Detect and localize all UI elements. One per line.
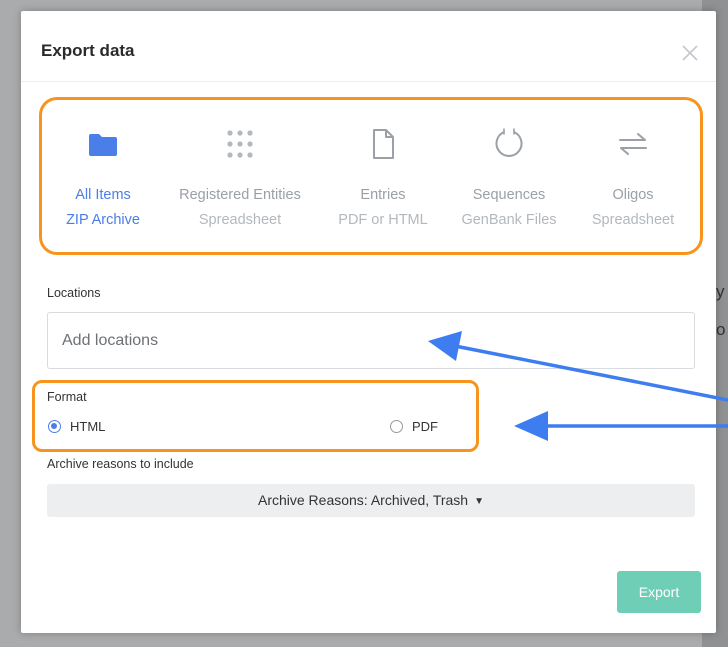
document-icon — [373, 129, 394, 159]
archive-reasons-label: Archive reasons to include — [47, 457, 194, 471]
export-type-entries[interactable]: Entries PDF or HTML — [313, 117, 453, 237]
close-icon[interactable] — [678, 41, 702, 65]
locations-input[interactable] — [47, 312, 695, 369]
export-type-format: ZIP Archive — [66, 212, 140, 228]
chevron-down-icon: ▼ — [474, 496, 484, 507]
export-type-format: GenBank Files — [461, 212, 557, 228]
locations-label: Locations — [47, 286, 101, 300]
export-type-registered-entities[interactable]: Registered Entities Spreadsheet — [170, 117, 310, 237]
export-type-format: Spreadsheet — [591, 212, 675, 228]
modal-title: Export data — [41, 41, 135, 60]
swap-arrows-icon — [619, 133, 647, 155]
export-type-name: Oligos — [612, 187, 654, 203]
export-type-oligos[interactable]: Oligos Spreadsheet — [563, 117, 703, 237]
archive-reasons-value: Archive Reasons: Archived, Trash — [257, 492, 469, 508]
format-highlight — [32, 380, 479, 452]
export-type-name: Sequences — [472, 187, 546, 203]
dot-grid-icon — [227, 130, 253, 158]
background-partial-text: o — [716, 320, 726, 339]
modal-header: Export data — [21, 11, 716, 82]
radio-label-html: HTML — [70, 419, 106, 434]
export-type-name: Registered Entities — [179, 187, 301, 203]
circular-sequence-icon — [495, 128, 523, 157]
radio-label-pdf: PDF — [412, 419, 438, 434]
export-type-name: Entries — [360, 187, 406, 203]
export-type-name: All Items — [75, 187, 131, 203]
radio-unselected-icon[interactable] — [390, 420, 403, 433]
export-button[interactable]: Export — [617, 571, 701, 613]
background-partial-text: y — [716, 282, 725, 301]
export-data-modal: Export data All Items ZIP Archive Regist… — [21, 11, 716, 633]
radio-selected-icon[interactable] — [48, 420, 61, 433]
archive-reasons-dropdown[interactable]: Archive Reasons: Archived, Trash ▼ — [47, 484, 695, 517]
export-type-format: PDF or HTML — [338, 212, 428, 228]
export-type-format: Spreadsheet — [198, 212, 282, 228]
export-type-sequences[interactable]: Sequences GenBank Files — [439, 117, 579, 237]
format-label: Format — [47, 390, 87, 404]
export-type-all-items[interactable]: All Items ZIP Archive — [33, 117, 173, 237]
folder-icon — [89, 134, 117, 156]
